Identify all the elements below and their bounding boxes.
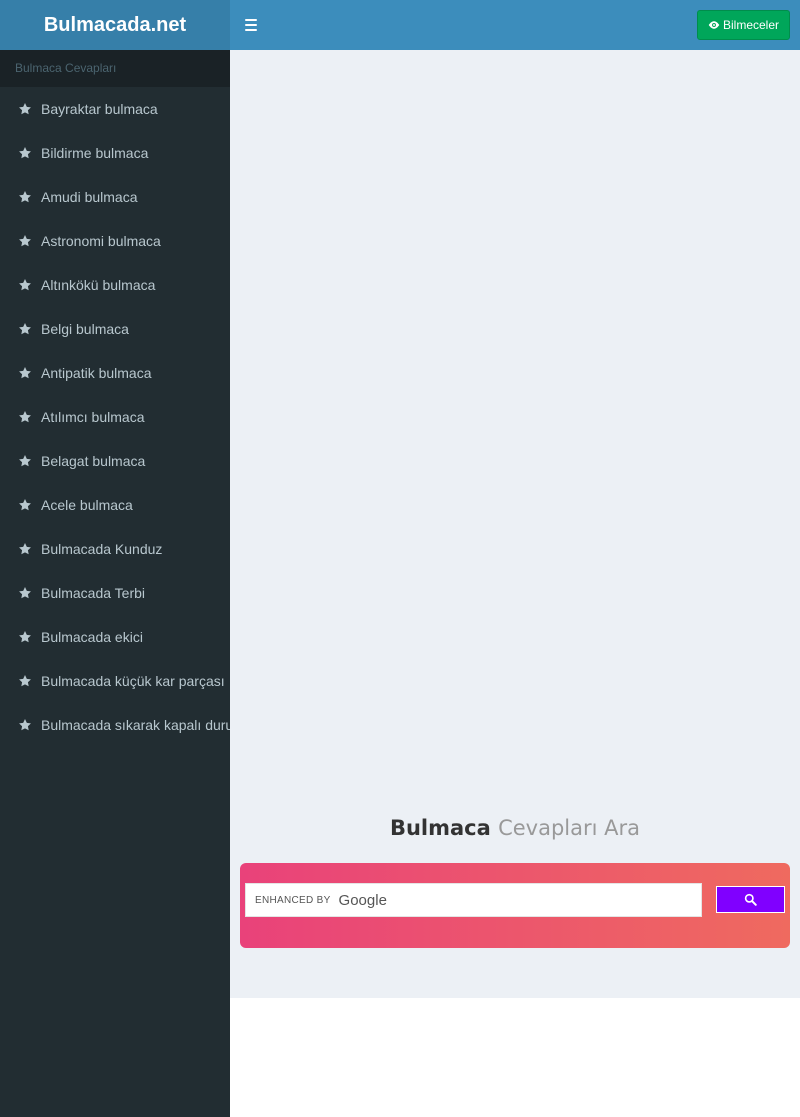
riddles-button-label: Bilmeceler xyxy=(722,18,779,32)
main-content: Bulmaca Cevapları Ara ENHANCED BY Google xyxy=(230,50,800,998)
star-icon xyxy=(19,191,31,203)
star-icon xyxy=(19,499,31,511)
sidebar-menu-item-label: Acele bulmaca xyxy=(41,497,133,513)
star-icon xyxy=(19,543,31,555)
sidebar-menu-item[interactable]: Bildirme bulmaca xyxy=(0,131,230,175)
sidebar-menu-item-label: Bulmacada Terbi xyxy=(41,585,146,601)
sidebar-toggle-button[interactable] xyxy=(230,0,272,50)
sidebar-menu-item[interactable]: Bayraktar bulmaca xyxy=(0,87,230,131)
sidebar-menu-item-label: Bulmacada küçük kar parçası xyxy=(41,673,225,689)
sidebar-header: Bulmaca Cevapları xyxy=(0,50,230,87)
sidebar-menu-item-label: Amudi bulmaca xyxy=(41,189,138,205)
sidebar-menu-item-label: Altınkökü bulmaca xyxy=(41,277,156,293)
sidebar-menu-item-label: Astronomi bulmaca xyxy=(41,233,161,249)
sidebar-menu-item-label: Antipatik bulmaca xyxy=(41,365,152,381)
sidebar-menu-item[interactable]: Belgi bulmaca xyxy=(0,307,230,351)
search-input[interactable]: ENHANCED BY Google xyxy=(245,883,702,917)
site-logo[interactable]: Bulmacada.net xyxy=(0,0,230,50)
sidebar-menu-item[interactable]: Antipatik bulmaca xyxy=(0,351,230,395)
google-logo: Google xyxy=(338,891,387,909)
star-icon xyxy=(19,631,31,643)
sidebar-menu-item-label: Belgi bulmaca xyxy=(41,321,129,337)
sidebar-menu-item[interactable]: Belagat bulmaca xyxy=(0,439,230,483)
star-icon xyxy=(19,103,31,115)
sidebar: Bulmaca Cevapları Bayraktar bulmaca Bildi… xyxy=(0,50,230,1117)
star-icon xyxy=(19,675,31,687)
sidebar-menu-item[interactable]: Bulmacada Kunduz xyxy=(0,527,230,571)
sidebar-menu-item[interactable]: Altınkökü bulmaca xyxy=(0,263,230,307)
sidebar-menu-item-label: Bulmacada sıkarak kapalı durum xyxy=(41,717,230,733)
star-icon xyxy=(19,279,31,291)
sidebar-menu-item-label: Bulmacada ekici xyxy=(41,629,143,645)
star-icon xyxy=(19,235,31,247)
star-icon xyxy=(19,587,31,599)
footer-area xyxy=(230,998,800,1117)
sidebar-menu-item[interactable]: Bulmacada ekici xyxy=(0,615,230,659)
star-icon xyxy=(19,323,31,335)
search-title: Bulmaca Cevapları Ara xyxy=(230,816,800,840)
eye-icon xyxy=(708,21,720,29)
sidebar-menu: Bayraktar bulmaca Bildirme bulmaca Amudi b… xyxy=(0,87,230,747)
enhanced-by-label: ENHANCED BY xyxy=(255,894,331,906)
sidebar-menu-item-label: Bayraktar bulmaca xyxy=(41,101,158,117)
star-icon xyxy=(19,367,31,379)
riddles-button[interactable]: Bilmeceler xyxy=(696,10,790,40)
search-title-strong: Bulmaca xyxy=(389,816,491,840)
sidebar-menu-item[interactable]: Bulmacada Terbi xyxy=(0,571,230,615)
sidebar-menu-item[interactable]: Bulmacada küçük kar parçası xyxy=(0,659,230,703)
sidebar-background-text xyxy=(0,755,230,767)
search-button[interactable] xyxy=(716,886,785,913)
search-title-light: Cevapları Ara xyxy=(498,816,641,840)
sidebar-menu-item[interactable]: Amudi bulmaca xyxy=(0,175,230,219)
sidebar-menu-item-label: Bildirme bulmaca xyxy=(41,145,149,161)
star-icon xyxy=(19,455,31,467)
sidebar-menu-item[interactable]: Bulmacada sıkarak kapalı durum xyxy=(0,703,230,747)
sidebar-menu-item[interactable]: Astronomi bulmaca xyxy=(0,219,230,263)
sidebar-menu-item[interactable]: Acele bulmaca xyxy=(0,483,230,527)
search-icon xyxy=(744,893,757,906)
sidebar-menu-item-label: Atılımcı bulmaca xyxy=(41,409,145,425)
sidebar-menu-item-label: Bulmacada Kunduz xyxy=(41,541,163,557)
sidebar-menu-item-label: Belagat bulmaca xyxy=(41,453,146,469)
star-icon xyxy=(19,411,31,423)
sidebar-menu-item[interactable]: Atılımcı bulmaca xyxy=(0,395,230,439)
star-icon xyxy=(19,719,31,731)
search-panel: ENHANCED BY Google xyxy=(240,863,790,948)
star-icon xyxy=(19,147,31,159)
top-navbar: Bulmacada.net Bilmeceler xyxy=(0,0,800,50)
